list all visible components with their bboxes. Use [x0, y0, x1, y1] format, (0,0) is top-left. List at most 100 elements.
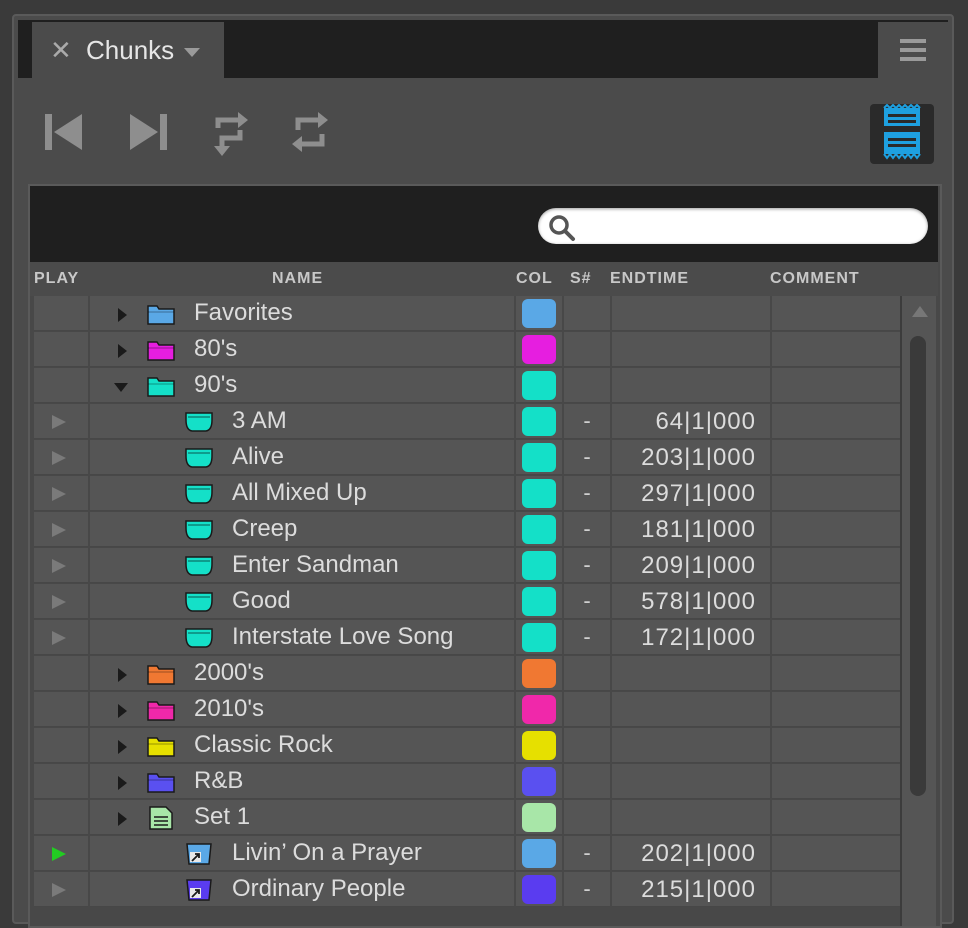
color-swatch[interactable]	[522, 587, 556, 616]
comment-cell[interactable]	[772, 368, 900, 403]
scrollbar-thumb[interactable]	[910, 336, 926, 796]
name-cell[interactable]: Set 1	[90, 800, 514, 835]
endtime-cell[interactable]: 215|1|000	[612, 872, 770, 907]
color-swatch[interactable]	[522, 407, 556, 436]
folder-row[interactable]: 90's	[34, 368, 900, 404]
play-cell[interactable]	[34, 440, 88, 475]
comment-cell[interactable]	[772, 656, 900, 691]
endtime-cell[interactable]: 297|1|000	[612, 476, 770, 511]
name-cell[interactable]: Good	[90, 584, 514, 619]
color-cell[interactable]	[516, 548, 562, 583]
color-cell[interactable]	[516, 440, 562, 475]
color-cell[interactable]	[516, 296, 562, 331]
comment-cell[interactable]	[772, 728, 900, 763]
color-swatch[interactable]	[522, 839, 556, 868]
header-comment[interactable]: COMMENT	[770, 270, 860, 288]
color-cell[interactable]	[516, 764, 562, 799]
name-cell[interactable]: 80's	[90, 332, 514, 367]
chunk-row[interactable]: Good - 578|1|000	[34, 584, 900, 620]
color-swatch[interactable]	[522, 731, 556, 760]
chunk-row[interactable]: Livin’ On a Prayer - 202|1|000	[34, 836, 900, 872]
color-swatch[interactable]	[522, 803, 556, 832]
skip-next-button[interactable]	[126, 108, 170, 156]
play-icon[interactable]	[52, 487, 66, 501]
tab-chunks[interactable]: ✕ Chunks	[32, 22, 224, 78]
folder-row[interactable]: 2000's	[34, 656, 900, 692]
name-cell[interactable]: Enter Sandman	[90, 548, 514, 583]
comment-cell[interactable]	[772, 872, 900, 907]
comment-cell[interactable]	[772, 404, 900, 439]
expand-closed-icon[interactable]	[118, 740, 127, 754]
endtime-cell[interactable]	[612, 296, 770, 331]
color-swatch[interactable]	[522, 299, 556, 328]
endtime-cell[interactable]	[612, 728, 770, 763]
play-cell[interactable]	[34, 620, 88, 655]
play-cell[interactable]	[34, 584, 88, 619]
endtime-cell[interactable]	[612, 764, 770, 799]
chevron-down-icon[interactable]	[184, 47, 201, 57]
comment-cell[interactable]	[772, 584, 900, 619]
color-swatch[interactable]	[522, 371, 556, 400]
expand-closed-icon[interactable]	[118, 704, 127, 718]
play-icon[interactable]	[52, 883, 66, 897]
name-cell[interactable]: 90's	[90, 368, 514, 403]
scroll-up-icon[interactable]	[912, 306, 928, 317]
name-cell[interactable]: 3 AM	[90, 404, 514, 439]
name-cell[interactable]: Interstate Love Song	[90, 620, 514, 655]
color-swatch[interactable]	[522, 479, 556, 508]
endtime-cell[interactable]: 181|1|000	[612, 512, 770, 547]
play-cell[interactable]	[34, 872, 88, 907]
play-cell[interactable]	[34, 332, 88, 367]
endtime-cell[interactable]: 202|1|000	[612, 836, 770, 871]
chunk-row[interactable]: 3 AM - 64|1|000	[34, 404, 900, 440]
name-cell[interactable]: Creep	[90, 512, 514, 547]
header-name[interactable]: NAME	[272, 270, 323, 288]
color-swatch[interactable]	[522, 551, 556, 580]
expand-closed-icon[interactable]	[118, 344, 127, 358]
skip-previous-button[interactable]	[42, 108, 86, 156]
play-cell[interactable]	[34, 512, 88, 547]
comment-cell[interactable]	[772, 476, 900, 511]
play-cell[interactable]	[34, 296, 88, 331]
loop-button[interactable]	[288, 108, 332, 156]
header-col[interactable]: COL	[516, 270, 553, 288]
expand-closed-icon[interactable]	[118, 812, 127, 826]
play-cell[interactable]	[34, 368, 88, 403]
comment-cell[interactable]	[772, 332, 900, 367]
close-icon[interactable]: ✕	[50, 37, 72, 63]
chunk-row[interactable]: All Mixed Up - 297|1|000	[34, 476, 900, 512]
play-cell[interactable]	[34, 656, 88, 691]
name-cell[interactable]: Livin’ On a Prayer	[90, 836, 514, 871]
color-swatch[interactable]	[522, 767, 556, 796]
chunk-row[interactable]: Ordinary People - 215|1|000	[34, 872, 900, 908]
folder-row[interactable]: 80's	[34, 332, 900, 368]
expand-closed-icon[interactable]	[118, 776, 127, 790]
endtime-cell[interactable]: 209|1|000	[612, 548, 770, 583]
play-icon[interactable]	[52, 451, 66, 465]
comment-cell[interactable]	[772, 836, 900, 871]
play-icon[interactable]	[52, 559, 66, 573]
play-cell[interactable]	[34, 800, 88, 835]
search-input[interactable]	[582, 212, 916, 242]
name-cell[interactable]: 2010's	[90, 692, 514, 727]
color-swatch[interactable]	[522, 443, 556, 472]
comment-cell[interactable]	[772, 764, 900, 799]
color-swatch[interactable]	[522, 623, 556, 652]
color-swatch[interactable]	[522, 515, 556, 544]
name-cell[interactable]: Favorites	[90, 296, 514, 331]
endtime-cell[interactable]: 172|1|000	[612, 620, 770, 655]
endtime-cell[interactable]	[612, 656, 770, 691]
color-cell[interactable]	[516, 476, 562, 511]
color-cell[interactable]	[516, 584, 562, 619]
endtime-cell[interactable]	[612, 332, 770, 367]
list-view-toggle[interactable]	[870, 103, 934, 164]
play-cell[interactable]	[34, 728, 88, 763]
header-endtime[interactable]: ENDTIME	[610, 270, 689, 288]
play-cell[interactable]	[34, 764, 88, 799]
expand-closed-icon[interactable]	[118, 668, 127, 682]
comment-cell[interactable]	[772, 512, 900, 547]
loop-swap-button[interactable]	[208, 108, 252, 156]
play-cell[interactable]	[34, 476, 88, 511]
name-cell[interactable]: R&B	[90, 764, 514, 799]
color-cell[interactable]	[516, 800, 562, 835]
